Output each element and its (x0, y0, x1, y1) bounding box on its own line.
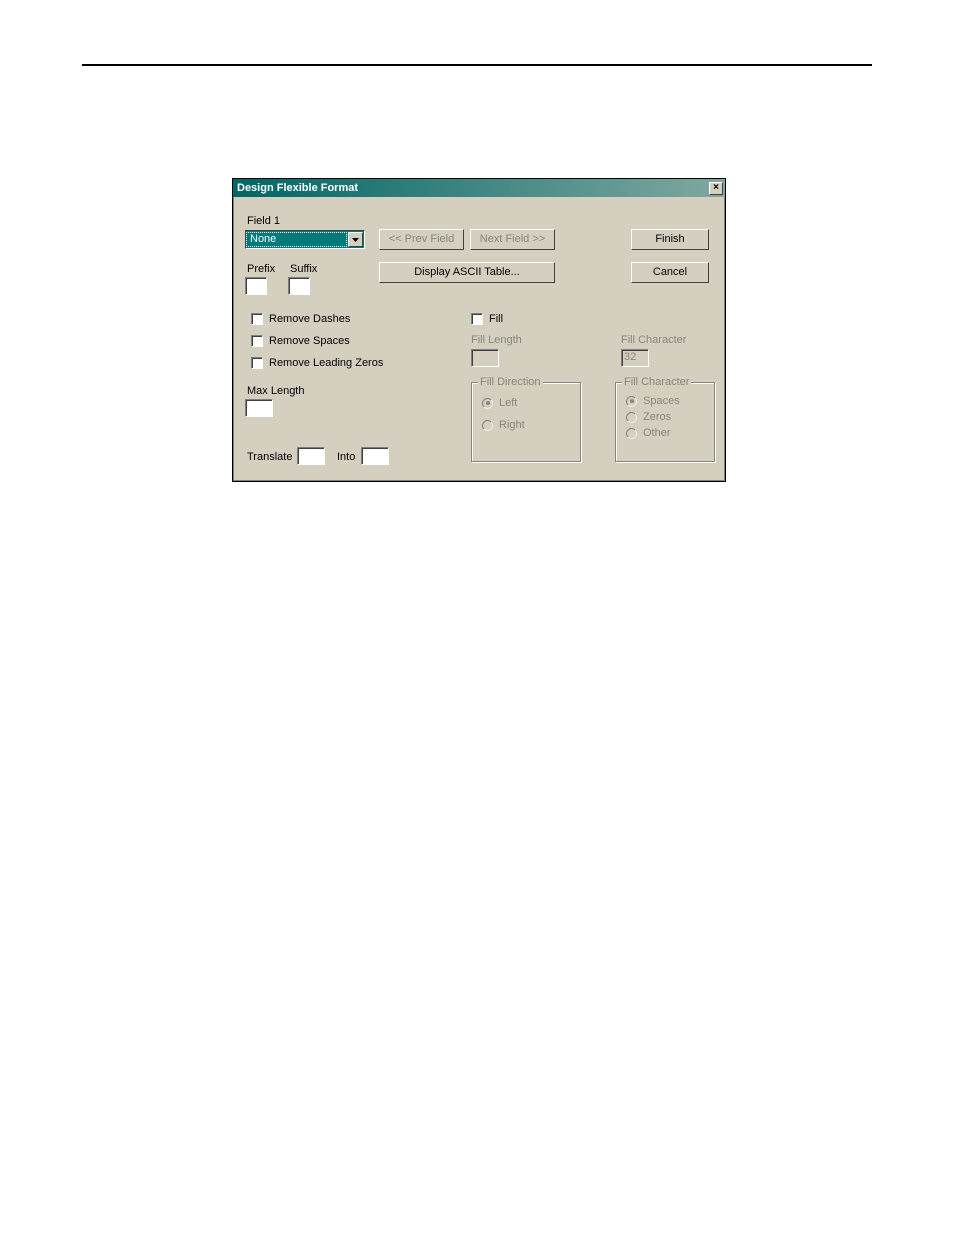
finish-button[interactable]: Finish (631, 229, 709, 250)
radio-icon (482, 398, 493, 409)
chevron-down-icon (348, 232, 363, 247)
radio-icon (626, 412, 637, 423)
remove-spaces-label: Remove Spaces (269, 335, 350, 347)
radio-icon (626, 396, 637, 407)
radio-icon (482, 420, 493, 431)
remove-leading-zeros-checkbox[interactable]: Remove Leading Zeros (251, 357, 383, 369)
max-length-label: Max Length (247, 385, 304, 397)
fill-checkbox[interactable]: Fill (471, 313, 503, 325)
fill-char-other-label: Other (643, 427, 671, 439)
fill-direction-group-title: Fill Direction (478, 376, 543, 388)
fill-char-other-radio[interactable]: Other (626, 427, 714, 439)
fill-label: Fill (489, 313, 503, 325)
checkbox-icon (251, 335, 263, 347)
translate-input[interactable] (297, 447, 325, 465)
checkbox-icon (471, 313, 483, 325)
suffix-input[interactable] (288, 277, 310, 295)
checkbox-icon (251, 313, 263, 325)
checkbox-icon (251, 357, 263, 369)
radio-icon (626, 428, 637, 439)
fill-character-group: Fill Character Spaces Zeros Other (615, 382, 715, 462)
fill-direction-left-radio[interactable]: Left (482, 397, 580, 409)
fill-char-zeros-radio[interactable]: Zeros (626, 411, 714, 423)
fill-direction-group: Fill Direction Left Right (471, 382, 581, 462)
prev-field-button[interactable]: << Prev Field (379, 229, 464, 250)
dialog-body: Field 1 None << Prev Field Next Field >>… (233, 197, 725, 481)
remove-dashes-checkbox[interactable]: Remove Dashes (251, 313, 350, 325)
next-field-button[interactable]: Next Field >> (470, 229, 555, 250)
field-type-dropdown[interactable]: None (245, 230, 365, 249)
fill-character-value-label: Fill Character (621, 334, 686, 346)
fill-direction-left-label: Left (499, 397, 517, 409)
fill-length-input[interactable] (471, 349, 499, 367)
translate-label: Translate (247, 451, 292, 463)
prefix-input[interactable] (245, 277, 267, 295)
fill-length-label: Fill Length (471, 334, 522, 346)
fill-char-spaces-label: Spaces (643, 395, 680, 407)
display-ascii-table-button[interactable]: Display ASCII Table... (379, 262, 555, 283)
fill-direction-right-label: Right (499, 419, 525, 431)
fill-character-value-input[interactable]: 32 (621, 349, 649, 367)
remove-leading-zeros-label: Remove Leading Zeros (269, 357, 383, 369)
fill-char-zeros-label: Zeros (643, 411, 671, 423)
field-type-value: None (246, 232, 347, 247)
remove-dashes-label: Remove Dashes (269, 313, 350, 325)
close-button[interactable]: × (709, 182, 723, 195)
fill-direction-right-radio[interactable]: Right (482, 419, 580, 431)
field-number-label: Field 1 (247, 215, 280, 227)
suffix-label: Suffix (290, 263, 317, 275)
max-length-input[interactable] (245, 399, 273, 417)
remove-spaces-checkbox[interactable]: Remove Spaces (251, 335, 350, 347)
fill-character-group-title: Fill Character (622, 376, 691, 388)
cancel-button[interactable]: Cancel (631, 262, 709, 283)
prefix-label: Prefix (247, 263, 275, 275)
design-flexible-format-dialog: Design Flexible Format × Field 1 None <<… (232, 178, 726, 482)
into-label: Into (337, 451, 355, 463)
horizontal-rule (82, 64, 872, 66)
dialog-title: Design Flexible Format (237, 182, 358, 194)
titlebar: Design Flexible Format × (233, 179, 725, 197)
close-icon: × (713, 182, 719, 193)
fill-char-spaces-radio[interactable]: Spaces (626, 395, 714, 407)
into-input[interactable] (361, 447, 389, 465)
